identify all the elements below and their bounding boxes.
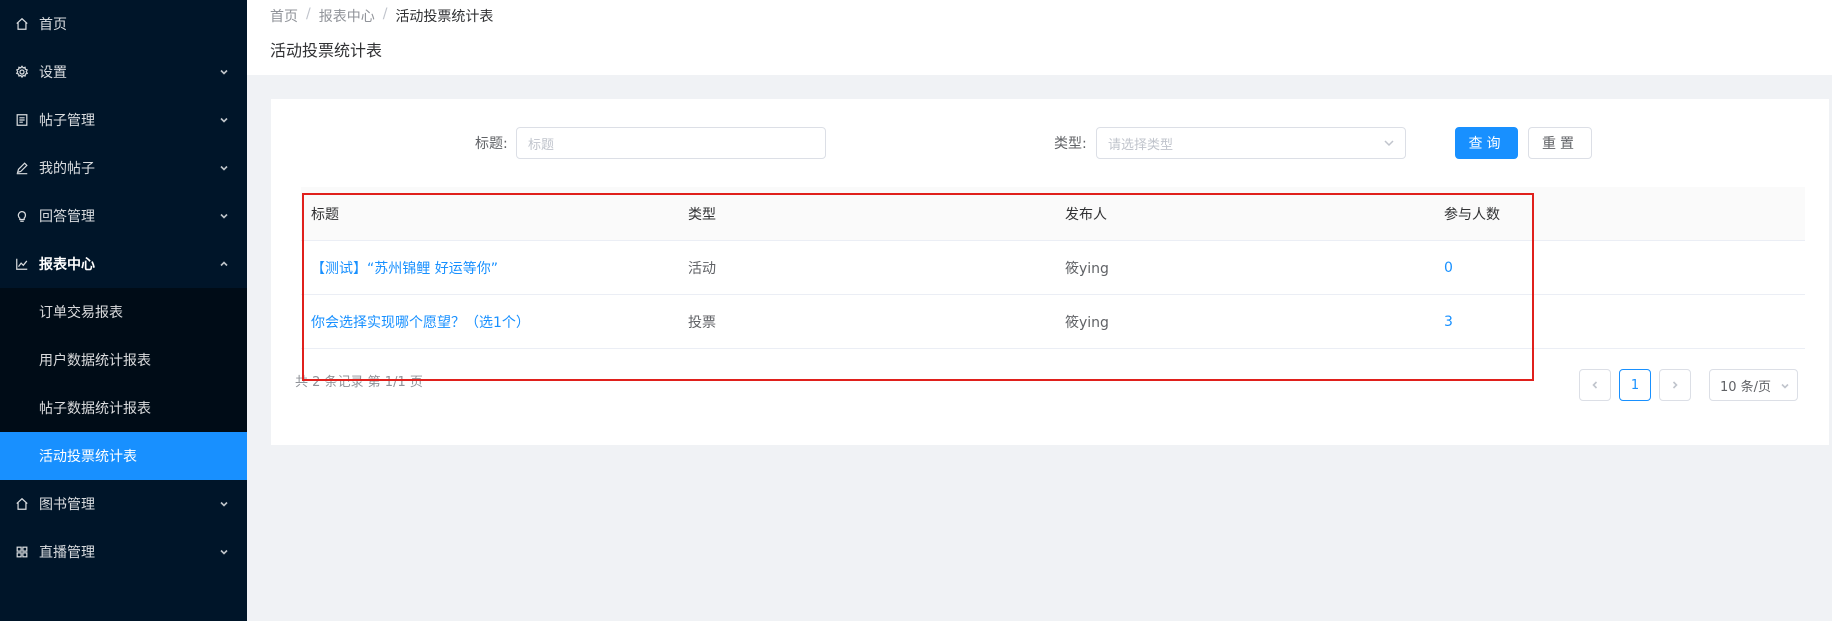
sidebar-item-label: 直播管理 <box>39 545 95 561</box>
sidebar-item-label: 帖子数据统计报表 <box>39 401 151 417</box>
row-publisher: 筱ying <box>1065 260 1109 277</box>
sidebar-item-live-management[interactable]: 直播管理 <box>0 528 247 576</box>
sidebar-item-my-posts[interactable]: 我的帖子 <box>0 144 247 192</box>
type-filter-label: 类型: <box>1054 136 1087 152</box>
chevron-down-icon <box>219 499 229 509</box>
table-header: 标题 类型 发布人 参与人数 <box>301 187 1805 241</box>
chevron-down-icon <box>219 547 229 557</box>
row-participants-link[interactable]: 3 <box>1434 314 1805 330</box>
page-size-select[interactable]: 10 条/页 <box>1709 369 1798 401</box>
sidebar-item-report-center[interactable]: 报表中心 <box>0 240 247 288</box>
home-icon <box>14 496 30 512</box>
gear-icon <box>14 64 30 80</box>
table-row: 【测试】“苏州锦鲤 好运等你” 活动 筱ying 0 <box>301 241 1805 295</box>
document-icon <box>14 112 30 128</box>
chevron-down-icon <box>1383 137 1395 149</box>
title-filter-label: 标题: <box>475 136 508 152</box>
row-publisher: 筱ying <box>1065 314 1109 331</box>
chevron-down-icon <box>219 115 229 125</box>
sidebar-item-label: 用户数据统计报表 <box>39 353 151 369</box>
type-select[interactable]: 请选择类型 <box>1096 127 1406 159</box>
search-button[interactable]: 查询 <box>1455 127 1518 159</box>
row-type: 活动 <box>688 260 716 277</box>
page-title: 活动投票统计表 <box>270 41 383 60</box>
row-title-link[interactable]: 【测试】“苏州锦鲤 好运等你” <box>301 258 678 278</box>
sidebar-item-settings[interactable]: 设置 <box>0 48 247 96</box>
sidebar-item-label: 我的帖子 <box>39 161 95 177</box>
sidebar-item-book-management[interactable]: 图书管理 <box>0 480 247 528</box>
reset-button[interactable]: 重置 <box>1528 127 1592 159</box>
breadcrumb-report-center[interactable]: 报表中心 <box>319 6 375 26</box>
sidebar-item-post-report[interactable]: 帖子数据统计报表 <box>0 384 247 432</box>
edit-icon <box>14 160 30 176</box>
report-center-submenu: 订单交易报表 用户数据统计报表 帖子数据统计报表 活动投票统计表 <box>0 288 247 480</box>
chevron-down-icon <box>219 163 229 173</box>
breadcrumb-current: 活动投票统计表 <box>395 9 494 25</box>
title-search-placeholder: 标题 <box>528 137 555 153</box>
chevron-left-icon <box>1590 380 1600 390</box>
lightbulb-icon <box>14 208 30 224</box>
next-page-button[interactable] <box>1659 369 1691 401</box>
sidebar-item-label: 订单交易报表 <box>39 305 123 321</box>
chevron-down-icon <box>219 211 229 221</box>
row-type: 投票 <box>688 314 716 331</box>
sidebar-item-label: 回答管理 <box>39 209 95 225</box>
line-chart-icon <box>14 256 30 272</box>
breadcrumb: 首页 / 报表中心 / 活动投票统计表 <box>270 6 493 26</box>
row-title-link[interactable]: 你会选择实现哪个愿望？（选1个） <box>301 312 678 332</box>
home-icon <box>14 16 30 32</box>
sidebar-item-vote-report[interactable]: 活动投票统计表 <box>0 432 247 480</box>
vote-stats-table: 标题 类型 发布人 参与人数 【测试】“苏州锦鲤 好运等你” 活动 筱ying … <box>301 187 1805 349</box>
breadcrumb-separator: / <box>382 6 388 22</box>
chevron-right-icon <box>1670 380 1680 390</box>
grid-icon <box>14 544 30 560</box>
title-search-input[interactable]: 标题 <box>516 127 826 159</box>
sidebar: 首页 设置 帖子管理 我的帖子 回答管理 报表中心 订单交易报表 用户数据统计报… <box>0 0 247 621</box>
sidebar-item-home[interactable]: 首页 <box>0 0 247 48</box>
type-select-placeholder: 请选择类型 <box>1108 137 1174 153</box>
chevron-up-icon <box>219 259 229 269</box>
column-header-participants: 参与人数 <box>1444 206 1500 223</box>
breadcrumb-separator: / <box>306 6 311 22</box>
sidebar-item-label: 帖子管理 <box>39 113 95 129</box>
sidebar-item-label: 报表中心 <box>39 257 95 273</box>
sidebar-item-label: 图书管理 <box>39 497 95 513</box>
sidebar-item-post-management[interactable]: 帖子管理 <box>0 96 247 144</box>
sidebar-item-answer-management[interactable]: 回答管理 <box>0 192 247 240</box>
sidebar-item-label: 活动投票统计表 <box>39 449 137 465</box>
column-header-type: 类型 <box>688 206 716 223</box>
prev-page-button[interactable] <box>1579 369 1611 401</box>
column-header-title: 标题 <box>311 206 339 223</box>
sidebar-item-user-report[interactable]: 用户数据统计报表 <box>0 336 247 384</box>
page-number-button[interactable]: 1 <box>1619 369 1651 401</box>
page-size-value: 10 条/页 <box>1720 379 1772 395</box>
content-card: 标题: 标题 类型: 请选择类型 查询 重置 标题 类型 发布人 参与人数 【测… <box>271 99 1829 445</box>
column-header-publisher: 发布人 <box>1065 206 1107 223</box>
sidebar-item-order-report[interactable]: 订单交易报表 <box>0 288 247 336</box>
total-records-text: 共 2 条记录 第 1/1 页 <box>295 375 423 390</box>
row-participants-link[interactable]: 0 <box>1434 260 1805 276</box>
sidebar-item-label: 首页 <box>39 17 67 33</box>
chevron-down-icon <box>219 67 229 77</box>
page-header: 首页 / 报表中心 / 活动投票统计表 活动投票统计表 <box>247 0 1832 75</box>
breadcrumb-home[interactable]: 首页 <box>270 6 298 26</box>
sidebar-item-label: 设置 <box>39 65 67 81</box>
table-row: 你会选择实现哪个愿望？（选1个） 投票 筱ying 3 <box>301 295 1805 349</box>
chevron-down-icon <box>1780 380 1790 390</box>
